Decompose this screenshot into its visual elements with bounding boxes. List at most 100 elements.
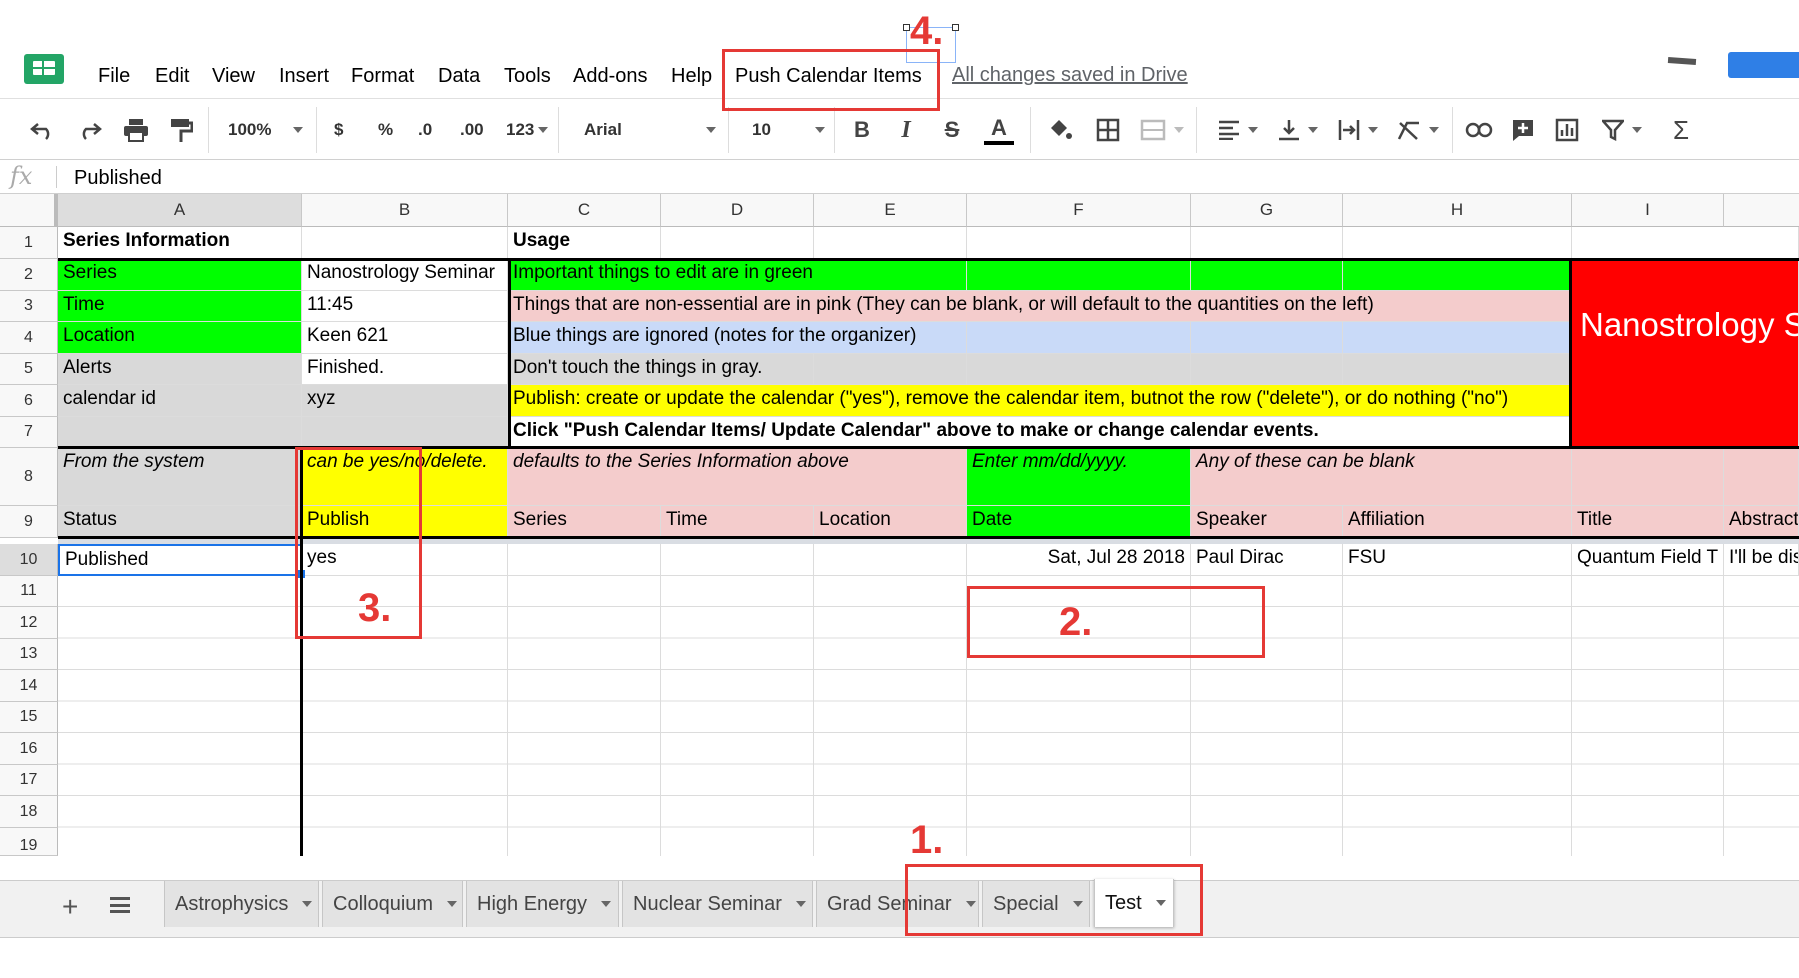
cell-j8[interactable] (1724, 448, 1799, 506)
column-header-e[interactable]: E (814, 194, 967, 227)
column-header-d[interactable]: D (661, 194, 814, 227)
italic-icon[interactable]: I (894, 115, 918, 145)
cell-d1[interactable] (661, 227, 814, 259)
row-header-3[interactable]: 3 (0, 291, 58, 322)
increase-decimal-button[interactable]: .00 (460, 115, 484, 145)
column-header-g[interactable]: G (1191, 194, 1343, 227)
cell-a10[interactable]: Published (58, 544, 302, 576)
row-header-18[interactable]: 18 (0, 796, 58, 828)
row-header-7[interactable]: 7 (0, 417, 58, 448)
cell-a2[interactable]: Series (58, 259, 302, 291)
cell-h9[interactable]: Affiliation (1343, 506, 1572, 538)
cell-f4[interactable] (967, 322, 1191, 354)
cell-a7[interactable] (58, 417, 302, 448)
menu-file[interactable]: File (98, 64, 130, 88)
row-header-5[interactable]: 5 (0, 354, 58, 385)
cell-c2[interactable]: Important things to edit are in green (508, 259, 967, 291)
column-header-h[interactable]: H (1343, 194, 1572, 227)
cell-b6[interactable]: xyz (302, 385, 508, 417)
cell-b3[interactable]: 11:45 (302, 291, 508, 322)
cell-h2[interactable] (1343, 259, 1572, 291)
text-rotation-icon[interactable] (1394, 115, 1442, 145)
row-header-6[interactable]: 6 (0, 385, 58, 417)
cell-g10[interactable]: Paul Dirac (1191, 544, 1343, 576)
cell-j9[interactable]: Abstract (1724, 506, 1799, 538)
cell-g5[interactable] (1191, 354, 1343, 385)
column-header-a[interactable]: A (58, 194, 302, 227)
vertical-align-icon[interactable] (1274, 115, 1322, 145)
cell-a4[interactable]: Location (58, 322, 302, 354)
cell-f1[interactable] (967, 227, 1191, 259)
column-header-c[interactable]: C (508, 194, 661, 227)
cell-f5[interactable] (967, 354, 1191, 385)
cell-b5[interactable]: Finished. (302, 354, 508, 385)
column-header-b[interactable]: B (302, 194, 508, 227)
row-header-15[interactable]: 15 (0, 702, 58, 733)
formula-input[interactable]: Published (74, 167, 162, 190)
menu-edit[interactable]: Edit (155, 64, 189, 88)
menu-tools[interactable]: Tools (504, 64, 551, 88)
row-header-13[interactable]: 13 (0, 639, 58, 670)
bold-icon[interactable]: B (850, 115, 874, 145)
row-header-16[interactable]: 16 (0, 733, 58, 765)
font-family-select[interactable]: Arial (584, 115, 716, 145)
insert-link-icon[interactable] (1464, 115, 1494, 145)
cell-a9[interactable]: Status (58, 506, 302, 538)
filter-icon[interactable] (1598, 115, 1646, 145)
row-header-4[interactable]: 4 (0, 322, 58, 354)
cell-b1[interactable] (302, 227, 508, 259)
menu-help[interactable]: Help (671, 64, 712, 88)
cell-h1[interactable] (1343, 227, 1572, 259)
print-icon[interactable] (120, 115, 152, 145)
sheet-tab-nuclear-seminar[interactable]: Nuclear Seminar (622, 881, 813, 927)
collapse-icon[interactable] (1667, 57, 1697, 65)
menu-insert[interactable]: Insert (279, 64, 329, 88)
cell-b4[interactable]: Keen 621 (302, 322, 508, 354)
sheet-tab-colloquium[interactable]: Colloquium (322, 881, 463, 927)
cell-g8[interactable]: Any of these can be blank (1191, 448, 1572, 506)
row-header-17[interactable]: 17 (0, 765, 58, 796)
row-header-10[interactable]: 10 (0, 544, 58, 576)
merge-cells-icon[interactable] (1138, 115, 1186, 145)
cell-g2[interactable] (1191, 259, 1343, 291)
cell-f9[interactable]: Date (967, 506, 1191, 538)
cell-g1[interactable] (1191, 227, 1343, 259)
cell-c3[interactable]: Things that are non-essential are in pin… (508, 291, 1572, 322)
text-color-icon[interactable]: A (984, 115, 1014, 145)
save-status-link[interactable]: All changes saved in Drive (952, 64, 1188, 87)
zoom-select[interactable]: 100% (228, 115, 304, 145)
sheet-tab-astrophysics[interactable]: Astrophysics (164, 881, 319, 927)
share-button[interactable] (1728, 52, 1799, 78)
cell-b2[interactable]: Nanostrology Seminar (302, 259, 508, 291)
horizontal-align-icon[interactable] (1214, 115, 1262, 145)
cell-f2[interactable] (967, 259, 1191, 291)
column-header-i[interactable]: I (1572, 194, 1724, 227)
cell-i9[interactable]: Title (1572, 506, 1724, 538)
decrease-decimal-button[interactable]: .0 (418, 115, 432, 145)
cell-c6[interactable]: Publish: create or update the calendar (… (508, 385, 1572, 417)
currency-format-button[interactable]: $ (334, 115, 343, 145)
cell-c9[interactable]: Series (508, 506, 661, 538)
cell-e10[interactable] (814, 544, 967, 576)
fill-color-icon[interactable] (1046, 115, 1074, 145)
cell-g4[interactable] (1191, 322, 1343, 354)
cell-h10[interactable]: FSU (1343, 544, 1572, 576)
undo-icon[interactable] (28, 115, 58, 145)
cell-c10[interactable] (508, 544, 661, 576)
cell-c4[interactable]: Blue things are ignored (notes for the o… (508, 322, 967, 354)
row-header-8[interactable]: 8 (0, 448, 58, 506)
menu-format[interactable]: Format (351, 64, 414, 88)
insert-chart-icon[interactable] (1552, 115, 1582, 145)
cell-e9[interactable]: Location (814, 506, 967, 538)
cell-e1[interactable] (814, 227, 967, 259)
percent-format-button[interactable]: % (378, 115, 393, 145)
functions-icon[interactable]: Σ (1666, 115, 1696, 145)
cell-f10[interactable]: Sat, Jul 28 2018 (967, 544, 1191, 576)
sheets-logo[interactable] (24, 54, 64, 84)
sheet-tab-high-energy[interactable]: High Energy (466, 881, 619, 927)
cell-i10[interactable]: Quantum Field T (1572, 544, 1724, 576)
cell-a8[interactable]: From the system (58, 448, 302, 506)
menu-add-ons[interactable]: Add-ons (573, 64, 648, 88)
cell-a3[interactable]: Time (58, 291, 302, 322)
cell-g9[interactable]: Speaker (1191, 506, 1343, 538)
